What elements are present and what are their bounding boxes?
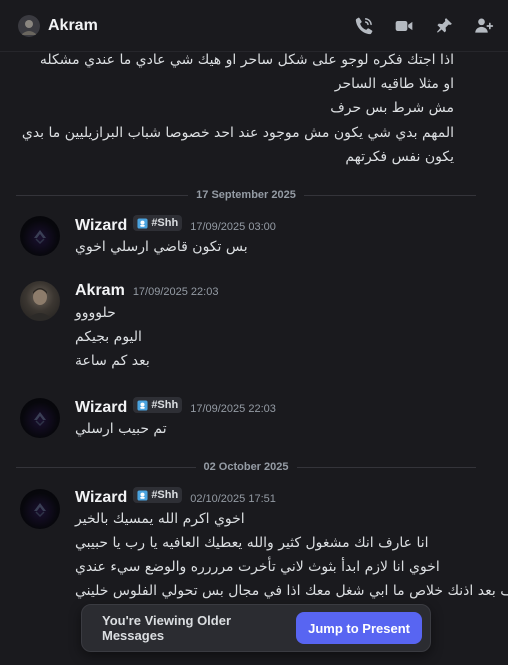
tag-label: #Shh (151, 399, 179, 411)
tag-badge-icon (137, 399, 148, 411)
message-text: بعد كم ساعة (75, 353, 150, 369)
message-text: اليوم بجيكم (75, 329, 142, 345)
message-text: او مثلا طاقيه الساحر (334, 76, 454, 92)
tag-label: #Shh (151, 489, 179, 501)
message-text: اذا اجتك فكره لوجو على شكل ساحر او هيك ش… (39, 52, 454, 68)
message-text: تم حبيب ارسلي (75, 421, 167, 437)
timestamp[interactable]: 17/09/2025 22:03 (133, 286, 219, 298)
message-list[interactable]: اذا اجتك فكره لوجو على شكل ساحر او هيك ش… (0, 52, 508, 665)
tag-badge-icon (137, 489, 148, 501)
timestamp[interactable]: 17/09/2025 22:03 (190, 403, 276, 415)
message-text: المهم بدي شي يكون مش موجود عند احد خصوصا… (21, 125, 454, 141)
message-text: اخوي انا لازم ابدأ بثوث لاني تأخرت مرررر… (75, 559, 440, 575)
jump-to-present-button[interactable]: Jump to Present (296, 612, 422, 644)
avatar[interactable] (20, 398, 60, 438)
server-tag[interactable]: #Shh (133, 215, 183, 231)
username[interactable]: Wizard (75, 399, 127, 417)
older-messages-bar: You're Viewing Older Messages Jump to Pr… (81, 604, 431, 652)
pin-icon[interactable] (434, 16, 454, 36)
message-text: ف بعد اذنك خلاص ما ابي شغل معك اذا في مج… (75, 583, 508, 599)
server-tag[interactable]: #Shh (133, 487, 183, 503)
avatar[interactable] (18, 14, 40, 37)
message-text: بس تكون قاضي ارسلي اخوي (75, 239, 248, 255)
username[interactable]: Wizard (75, 489, 127, 507)
timestamp[interactable]: 17/09/2025 03:00 (190, 221, 276, 233)
avatar[interactable] (20, 281, 60, 321)
tag-label: #Shh (151, 217, 179, 229)
date-divider-label: 02 October 2025 (203, 461, 289, 473)
message-text: يكون نفس فكرتهم (345, 149, 454, 165)
avatar[interactable] (20, 216, 60, 256)
akram-avatar-icon (26, 288, 54, 321)
username[interactable]: Akram (75, 282, 125, 300)
timestamp[interactable]: 02/10/2025 17:51 (190, 493, 276, 505)
wizard-avatar-icon (34, 412, 46, 427)
date-divider: 02 October 2025 (16, 457, 476, 477)
username[interactable]: Wizard (75, 217, 127, 235)
message-text: اخوي اكرم الله يمسيك بالخير (75, 511, 245, 527)
message-text: مش شرط بس حرف (330, 100, 454, 116)
avatar[interactable] (20, 489, 60, 529)
add-friend-icon[interactable] (474, 16, 494, 36)
message-text: حلوووو (75, 305, 116, 321)
dm-title: Akram (48, 16, 98, 34)
phone-call-icon[interactable] (354, 16, 374, 36)
date-divider: 17 September 2025 (16, 185, 477, 205)
message-header: Wizard #Shh 17/09/2025 03:00 (75, 215, 276, 235)
message-text: انا عارف انك مشغول كثير والله يعطيك العا… (75, 535, 429, 551)
wizard-avatar-icon (34, 503, 46, 518)
tag-badge-icon (137, 217, 148, 229)
message-header: Wizard #Shh 17/09/2025 22:03 (75, 397, 276, 417)
video-camera-icon[interactable] (394, 16, 414, 36)
wizard-avatar-icon (34, 230, 46, 245)
older-messages-label: You're Viewing Older Messages (102, 613, 232, 643)
date-divider-label: 17 September 2025 (196, 189, 296, 201)
message-header: Wizard #Shh 02/10/2025 17:51 (75, 487, 276, 507)
message-header: Akram 17/09/2025 22:03 (75, 282, 218, 300)
avatar-image (18, 14, 40, 37)
dm-header: Akram (0, 0, 508, 52)
server-tag[interactable]: #Shh (133, 397, 183, 413)
